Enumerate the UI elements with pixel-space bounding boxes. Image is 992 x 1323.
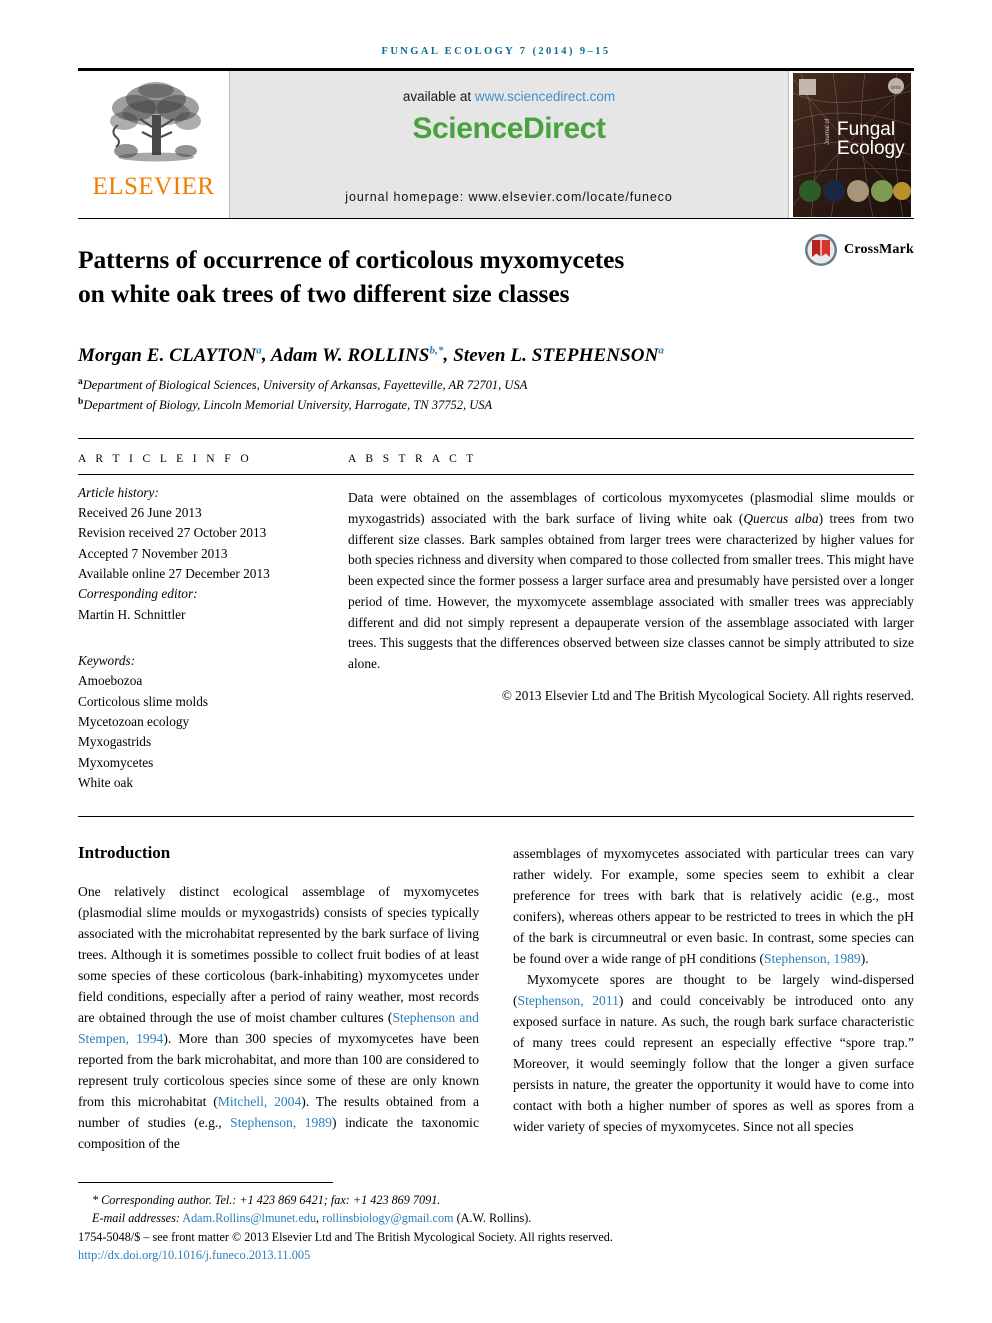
abstract-text: Data were obtained on the assemblages of…: [348, 488, 914, 675]
body-column-right: assemblages of myxomycetes associated wi…: [513, 843, 914, 1154]
svg-text:Fungal: Fungal: [837, 119, 895, 140]
author-3[interactable]: Steven L. STEPHENSONa: [453, 344, 665, 366]
history-accepted: Accepted 7 November 2013: [78, 545, 228, 561]
citation-stephenson-1989[interactable]: Stephenson, 1989: [230, 1115, 332, 1130]
keyword-item: White oak: [78, 775, 134, 791]
corresponding-star: *: [92, 1192, 99, 1207]
sciencedirect-url-link[interactable]: www.sciencedirect.com: [475, 89, 615, 104]
front-matter-line: 1754-5048/$ – see front matter © 2013 El…: [78, 1229, 613, 1244]
abstract-heading: A B S T R A C T: [348, 452, 477, 465]
keyword-item: Mycetozoan ecology: [78, 714, 190, 730]
journal-homepage-line[interactable]: journal homepage: www.elsevier.com/locat…: [230, 190, 788, 204]
journal-cover-block: bms Fungal Ecology Journal of: [788, 71, 914, 218]
affiliation-list: aDepartment of Biological Sciences, Univ…: [78, 375, 914, 416]
corresponding-editor-label: Corresponding editor:: [78, 586, 198, 602]
affiliation-b-text: Department of Biology, Lincoln Memorial …: [83, 398, 493, 413]
abstract-copyright: © 2013 Elsevier Ltd and The British Myco…: [501, 688, 914, 704]
keywords-label: Keywords:: [78, 653, 136, 669]
citation-mitchell-2004[interactable]: Mitchell, 2004: [218, 1094, 301, 1109]
title-line-2: on white oak trees of two different size…: [78, 278, 570, 308]
corresponding-author-note: * Corresponding author. Tel.: +1 423 869…: [78, 1191, 498, 1210]
author-2-name: Adam W. ROLLINS: [270, 344, 430, 366]
svg-text:Ecology: Ecology: [837, 138, 905, 159]
article-info-heading: A R T I C L E I N F O: [78, 452, 253, 465]
affiliation-b: bDepartment of Biology, Lincoln Memorial…: [78, 395, 914, 416]
available-at-line: available at www.sciencedirect.com: [403, 89, 615, 104]
sciencedirect-logo[interactable]: ScienceDirect: [412, 112, 606, 146]
title-bottom-rule: [78, 437, 914, 439]
keyword-item: Myxomycetes: [78, 754, 154, 770]
keyword-item: Amoebozoa: [78, 673, 143, 689]
intro-text-a: One relatively distinct ecological assem…: [78, 883, 479, 1025]
affiliation-a-text: Department of Biological Sciences, Unive…: [82, 377, 528, 392]
page-footer: * Corresponding author. Tel.: +1 423 869…: [78, 1181, 613, 1265]
elsevier-logo-block: ELSEVIER: [78, 71, 230, 218]
crossmark-icon: [805, 234, 838, 266]
abstract-rule: [348, 473, 914, 475]
corresponding-author-label: Corresponding author.: [101, 1192, 212, 1207]
keywords-spacer: [78, 625, 348, 651]
journal-masthead: ELSEVIER available at www.sciencedirect.…: [78, 68, 914, 218]
history-received: Received 26 June 2013: [78, 505, 202, 521]
email-link-1[interactable]: Adam.Rollins@lmunet.edu: [182, 1211, 316, 1225]
intro-p2-b: ) and could conceivably be introduced on…: [513, 992, 914, 1134]
author-2[interactable]: Adam W. ROLLINSb,*: [270, 344, 444, 366]
sciencedirect-banner: available at www.sciencedirect.com Scien…: [230, 71, 788, 218]
keyword-item: Myxogastrids: [78, 734, 152, 750]
corresponding-author-contact: Tel.: +1 423 869 6421; fax: +1 423 869 7…: [211, 1192, 441, 1207]
svg-text:bms: bms: [891, 85, 901, 91]
section-heading-introduction: Introduction: [78, 842, 171, 862]
body-columns: Introduction One relatively distinct eco…: [78, 843, 914, 1154]
crossmark-badge[interactable]: CrossMark: [804, 233, 914, 267]
svg-text:Journal of: Journal of: [825, 118, 831, 145]
abstract-part-2: ) trees from two different size classes.…: [348, 510, 914, 672]
author-3-name: Steven L. STEPHENSON: [453, 344, 659, 366]
author-1-affiliation-marker: a: [256, 344, 262, 357]
info-abstract-region: A R T I C L E I N F O Article history: R…: [78, 453, 914, 794]
intro-paragraph-right-cont: assemblages of myxomycetes associated wi…: [513, 843, 914, 969]
intro-cont-end: ).: [860, 950, 869, 966]
citation-stephenson-2011[interactable]: Stephenson, 2011: [518, 993, 619, 1008]
affiliation-a: aDepartment of Biological Sciences, Univ…: [78, 375, 914, 396]
abstract-bottom-rule: [78, 815, 914, 817]
crossmark-label: CrossMark: [844, 242, 914, 257]
email-addresses-line: E-mail addresses: Adam.Rollins@lmunet.ed…: [78, 1209, 531, 1228]
paper-page: FUNGAL ECOLOGY 7 (2014) 9–15 ELSEVIER av…: [0, 0, 992, 1323]
intro-cont-text: assemblages of myxomycetes associated wi…: [513, 845, 914, 966]
author-1-name: Morgan E. CLAYTON: [78, 344, 257, 366]
body-column-left: Introduction One relatively distinct eco…: [78, 843, 479, 1154]
article-info-column: A R T I C L E I N F O Article history: R…: [78, 453, 348, 794]
history-revision-received: Revision received 27 October 2013: [78, 525, 267, 541]
journal-cover-image: bms Fungal Ecology Journal of: [792, 72, 911, 217]
footer-rule: [78, 1181, 333, 1183]
available-at-prefix: available at: [402, 89, 475, 104]
article-info-rule: [78, 473, 348, 475]
history-available-online: Available online 27 December 2013: [78, 566, 270, 582]
email-label: E-mail addresses:: [92, 1211, 180, 1226]
abstract-species-name: Quercus alba: [743, 510, 819, 526]
intro-paragraph-2: Myxomycete spores are thought to be larg…: [513, 969, 914, 1137]
author-1[interactable]: Morgan E. CLAYTONa: [78, 344, 262, 366]
intro-paragraph-left: One relatively distinct ecological assem…: [78, 881, 479, 1154]
email-suffix: (A.W. Rollins).: [453, 1211, 532, 1226]
title-block: CrossMark Patterns of occurrence of cort…: [78, 219, 914, 416]
abstract-column: A B S T R A C T Data were obtained on th…: [348, 453, 914, 794]
email-link-2[interactable]: rollinsbiology@gmail.com: [322, 1211, 453, 1225]
keyword-item: Corticolous slime molds: [78, 693, 209, 709]
page-title: Patterns of occurrence of corticolous my…: [78, 243, 778, 310]
elsevier-tree-icon: [109, 82, 201, 162]
title-line-1: Patterns of occurrence of corticolous my…: [78, 245, 625, 274]
elsevier-wordmark: ELSEVIER: [92, 173, 215, 200]
citation-stephenson-1989-right[interactable]: Stephenson, 1989: [764, 951, 861, 966]
doi-link[interactable]: http://dx.doi.org/10.1016/j.funeco.2013.…: [78, 1246, 498, 1265]
article-history-label: Article history:: [78, 484, 159, 500]
corresponding-editor-name: Martin H. Schnittler: [78, 606, 186, 622]
author-3-affiliation-marker: a: [658, 344, 665, 357]
author-2-corresponding-marker: ,*: [435, 344, 444, 357]
author-list: Morgan E. CLAYTONa, Adam W. ROLLINSb,*, …: [78, 344, 665, 366]
running-head: FUNGAL ECOLOGY 7 (2014) 9–15: [381, 46, 611, 57]
